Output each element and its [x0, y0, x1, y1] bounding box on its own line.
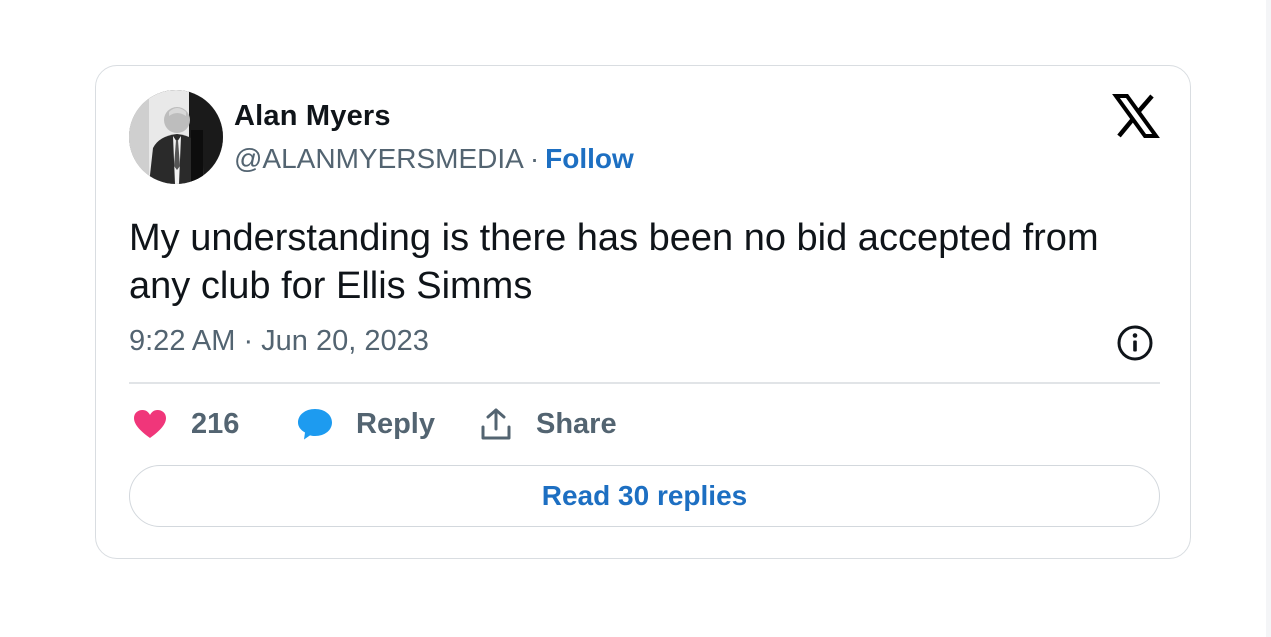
page-edge [1266, 0, 1271, 637]
separator-dot: · [529, 143, 540, 174]
reply-label: Reply [356, 407, 435, 440]
avatar[interactable] [129, 90, 223, 184]
heart-icon [134, 410, 166, 438]
share-label: Share [536, 407, 617, 440]
x-logo-icon[interactable] [1112, 92, 1160, 140]
handle-row: @ALANMYERSMEDIA · Follow [234, 143, 634, 175]
share-icon [481, 408, 511, 440]
page: Alan Myers @ALANMYERSMEDIA · Follow My und… [0, 0, 1271, 637]
tweet-text: My understanding is there has been no bi… [129, 217, 1099, 307]
read-replies-button[interactable]: Read 30 replies [129, 465, 1160, 527]
like-count: 216 [191, 407, 240, 440]
share-button[interactable]: Share [480, 400, 617, 448]
reply-bubble-icon [298, 409, 332, 440]
follow-link[interactable]: Follow [545, 143, 634, 174]
avatar-photo-icon [129, 90, 223, 184]
tweet-card: Alan Myers @ALANMYERSMEDIA · Follow My und… [95, 65, 1191, 559]
author-name[interactable]: Alan Myers [234, 100, 391, 133]
divider [129, 382, 1160, 384]
like-button[interactable]: 216 [133, 400, 239, 448]
reply-button[interactable]: Reply [296, 400, 435, 448]
tweet-timestamp[interactable]: 9:22 AM · Jun 20, 2023 [129, 325, 429, 358]
author-handle[interactable]: @ALANMYERSMEDIA [234, 143, 524, 174]
info-icon[interactable] [1116, 324, 1154, 362]
